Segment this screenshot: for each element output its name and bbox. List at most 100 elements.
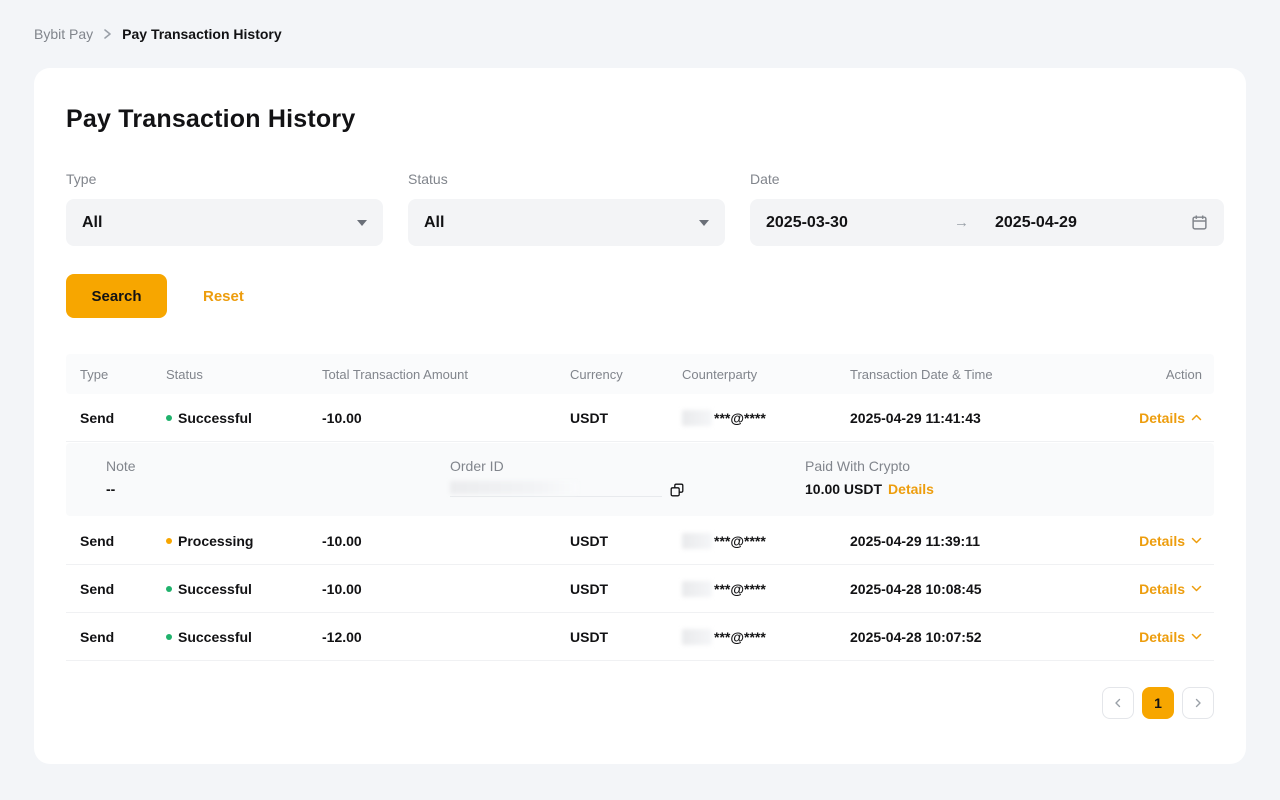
cell-type: Send: [80, 533, 166, 549]
cell-counterparty: ***@****: [682, 533, 850, 549]
header-amount: Total Transaction Amount: [322, 367, 570, 382]
type-filter-label: Type: [66, 171, 383, 187]
redacted-counterparty: [682, 410, 712, 426]
details-label: Details: [1139, 581, 1185, 597]
breadcrumb-chevron-icon: [103, 28, 112, 40]
cell-status: Successful: [166, 581, 322, 597]
table-row: Send Successful -10.00 USDT ***@**** 202…: [66, 565, 1214, 613]
cell-action: Details: [1130, 533, 1202, 549]
redacted-counterparty: [682, 629, 712, 645]
cell-counterparty: ***@****: [682, 581, 850, 597]
cell-status: Processing: [166, 533, 322, 549]
status-select[interactable]: All: [408, 199, 725, 246]
status-text: Processing: [178, 533, 253, 549]
type-select[interactable]: All: [66, 199, 383, 246]
cell-counterparty: ***@****: [682, 410, 850, 426]
order-id-label: Order ID: [450, 458, 805, 474]
redacted-order-id: [450, 481, 578, 494]
counterparty-text: ***@****: [714, 581, 766, 597]
copy-icon[interactable]: [670, 483, 684, 497]
note-value: --: [106, 481, 450, 497]
status-text: Successful: [178, 581, 252, 597]
details-label: Details: [1139, 629, 1185, 645]
detail-order-id: Order ID: [450, 458, 805, 497]
pagination-page-1-button[interactable]: 1: [1142, 687, 1174, 719]
details-link[interactable]: Details: [1139, 410, 1202, 426]
cell-action: Details: [1130, 629, 1202, 645]
counterparty-text: ***@****: [714, 533, 766, 549]
details-link[interactable]: Details: [1139, 581, 1202, 597]
status-select-value: All: [424, 214, 444, 232]
cell-type: Send: [80, 629, 166, 645]
chevron-down-icon: [1191, 537, 1202, 544]
header-currency: Currency: [570, 367, 682, 382]
status-text: Successful: [178, 629, 252, 645]
type-filter: Type All: [66, 171, 383, 246]
table-header-row: Type Status Total Transaction Amount Cur…: [66, 354, 1214, 394]
cell-counterparty: ***@****: [682, 629, 850, 645]
breadcrumb-current: Pay Transaction History: [122, 26, 282, 42]
cell-currency: USDT: [570, 581, 682, 597]
status-dot: [166, 586, 172, 592]
status-dot: [166, 634, 172, 640]
pagination-prev-button[interactable]: [1102, 687, 1134, 719]
cell-type: Send: [80, 581, 166, 597]
chevron-up-icon: [1191, 414, 1202, 421]
redacted-counterparty: [682, 533, 712, 549]
status-filter-label: Status: [408, 171, 725, 187]
cell-status: Successful: [166, 410, 322, 426]
status-dot: [166, 415, 172, 421]
cell-datetime: 2025-04-29 11:39:11: [850, 533, 1130, 549]
cell-status: Successful: [166, 629, 322, 645]
pay-transaction-history-card: Pay Transaction History Type All Status …: [34, 68, 1246, 764]
filters-row: Type All Status All Date 2025-03-30 → 20…: [66, 171, 1214, 246]
date-end-value[interactable]: 2025-04-29: [995, 214, 1077, 232]
breadcrumb: Bybit Pay Pay Transaction History: [0, 0, 1280, 42]
cell-type: Send: [80, 410, 166, 426]
counterparty-text: ***@****: [714, 629, 766, 645]
date-filter: Date 2025-03-30 → 2025-04-29: [750, 171, 1224, 246]
cell-datetime: 2025-04-28 10:08:45: [850, 581, 1130, 597]
caret-down-icon: [699, 220, 709, 226]
table-row: Send Successful -12.00 USDT ***@**** 202…: [66, 613, 1214, 661]
details-link[interactable]: Details: [1139, 533, 1202, 549]
note-label: Note: [106, 458, 450, 474]
search-button[interactable]: Search: [66, 274, 167, 318]
header-action: Action: [1130, 367, 1202, 382]
detail-note: Note --: [106, 458, 450, 497]
table-row: Send Processing -10.00 USDT ***@**** 202…: [66, 517, 1214, 565]
transactions-table: Type Status Total Transaction Amount Cur…: [66, 354, 1214, 661]
paid-with-crypto-value: 10.00 USDT: [805, 481, 882, 497]
order-id-value: [450, 481, 662, 497]
cell-amount: -10.00: [322, 533, 570, 549]
paid-with-crypto-label: Paid With Crypto: [805, 458, 1214, 474]
cell-amount: -10.00: [322, 581, 570, 597]
reset-button[interactable]: Reset: [203, 288, 244, 305]
breadcrumb-parent[interactable]: Bybit Pay: [34, 26, 93, 42]
cell-datetime: 2025-04-29 11:41:43: [850, 410, 1130, 426]
header-counterparty: Counterparty: [682, 367, 850, 382]
cell-datetime: 2025-04-28 10:07:52: [850, 629, 1130, 645]
paid-details-link[interactable]: Details: [888, 481, 934, 497]
header-status: Status: [166, 367, 322, 382]
caret-down-icon: [357, 220, 367, 226]
date-range-arrow-icon: →: [954, 214, 969, 231]
cell-currency: USDT: [570, 410, 682, 426]
page-title: Pay Transaction History: [66, 105, 1214, 134]
details-label: Details: [1139, 533, 1185, 549]
table-row: Send Successful -10.00 USDT ***@**** 202…: [66, 394, 1214, 442]
date-range-picker[interactable]: 2025-03-30 → 2025-04-29: [750, 199, 1224, 246]
cell-action: Details: [1130, 410, 1202, 426]
details-link[interactable]: Details: [1139, 629, 1202, 645]
detail-paid-with-crypto: Paid With Crypto 10.00 USDT Details: [805, 458, 1214, 497]
chevron-down-icon: [1191, 585, 1202, 592]
date-start-value[interactable]: 2025-03-30: [766, 214, 954, 232]
calendar-icon[interactable]: [1191, 214, 1208, 231]
status-dot: [166, 538, 172, 544]
counterparty-text: ***@****: [714, 410, 766, 426]
pagination-next-button[interactable]: [1182, 687, 1214, 719]
cell-currency: USDT: [570, 533, 682, 549]
details-label: Details: [1139, 410, 1185, 426]
transaction-detail-panel: Note -- Order ID Paid With Crypto 10.0: [66, 443, 1214, 516]
table-body: Send Successful -10.00 USDT ***@**** 202…: [66, 394, 1214, 661]
